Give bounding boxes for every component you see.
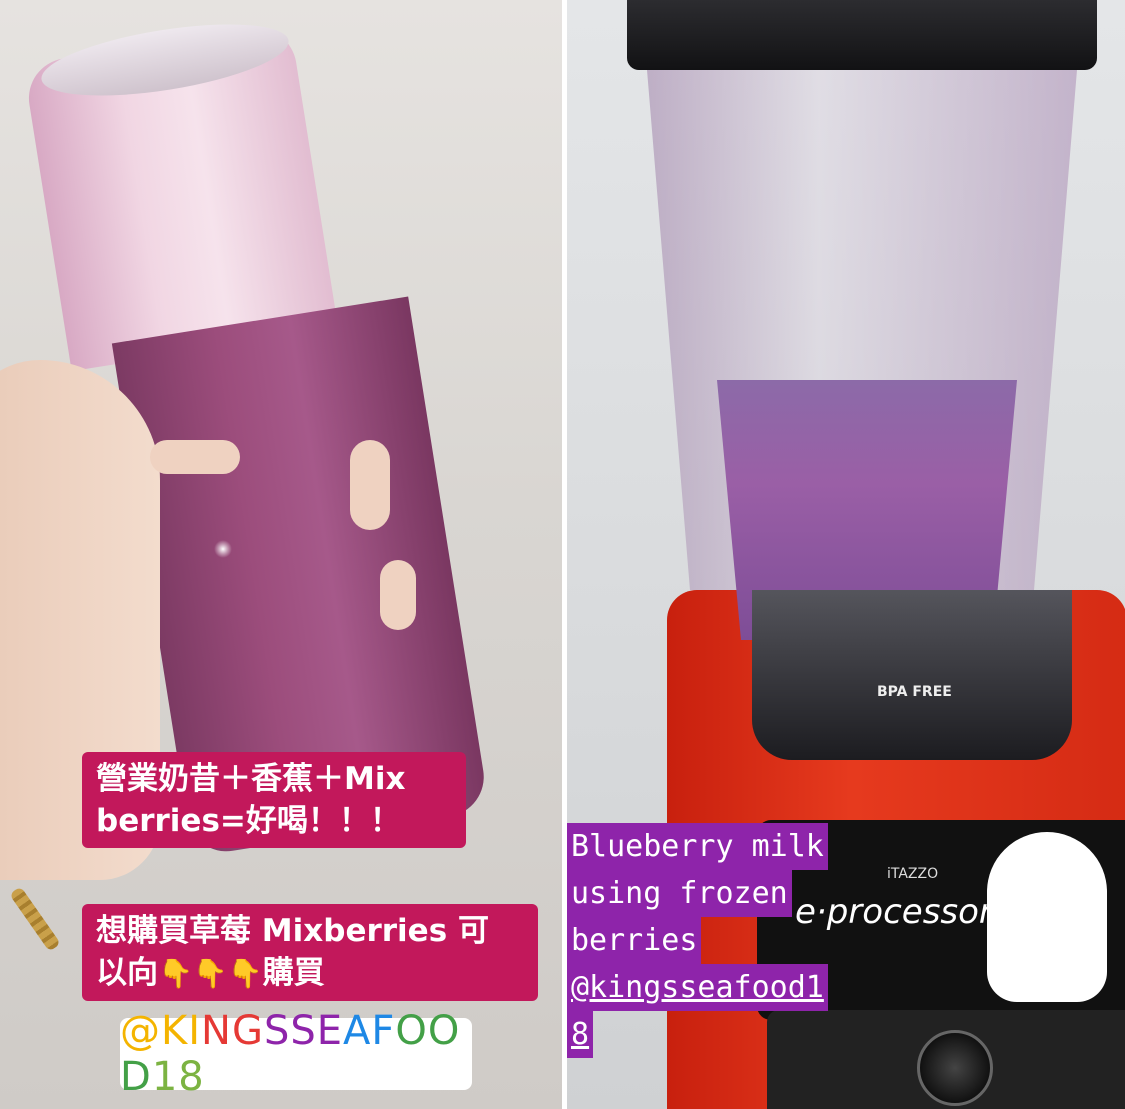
handle-char: F bbox=[371, 1008, 396, 1054]
handle-char: O bbox=[395, 1008, 428, 1054]
mention-handle[interactable]: @KINGSSEAFOO D18 bbox=[120, 1008, 472, 1100]
jar-base bbox=[752, 590, 1072, 760]
caption-sticker-right: Blueberry milk using frozen berries @kin… bbox=[567, 823, 828, 1058]
caption-line: using frozen bbox=[567, 870, 792, 917]
purchase-prefix: 以向 bbox=[96, 955, 158, 991]
pointing-down-icon: 👇 bbox=[227, 957, 263, 990]
handle-char: I bbox=[188, 1008, 202, 1054]
finger bbox=[150, 440, 240, 474]
handle-char: S bbox=[290, 1008, 317, 1054]
chef-icon bbox=[987, 832, 1107, 1002]
handle-char: S bbox=[263, 1008, 291, 1054]
purchase-line-2: 以向👇👇👇購買 bbox=[96, 952, 524, 995]
mention-link[interactable]: 8 bbox=[567, 1011, 594, 1058]
bpa-badge: BPA FREE bbox=[877, 684, 952, 700]
handle-char: @ bbox=[120, 1008, 161, 1054]
mention-link[interactable]: @kingsseafood1 bbox=[567, 964, 828, 1011]
pointing-down-icon: 👇 bbox=[192, 957, 228, 990]
handle-char: K bbox=[161, 1008, 189, 1054]
handle-char: O bbox=[427, 1008, 461, 1054]
purchase-suffix: 購買 bbox=[262, 955, 325, 991]
purchase-line-1: 想購買草莓 Mixberries 可 bbox=[96, 913, 489, 949]
light-sparkle bbox=[214, 540, 232, 558]
gold-bracelet bbox=[9, 886, 61, 952]
handle-char: 8 bbox=[178, 1054, 205, 1100]
caption-line: berries bbox=[567, 917, 702, 964]
purchase-sticker: 想購買草莓 Mixberries 可 以向👇👇👇購買 bbox=[82, 904, 538, 1001]
blender-lid bbox=[627, 0, 1097, 70]
caption-sticker: 營業奶昔＋香蕉＋Mix berries=好喝！！！ bbox=[82, 752, 466, 848]
caption-line: Blueberry milk bbox=[567, 823, 828, 870]
mention-sticker[interactable]: @KINGSSEAFOO D18 bbox=[120, 1008, 472, 1100]
brand-small: iTAZZO bbox=[887, 866, 939, 882]
finger bbox=[350, 440, 390, 530]
left-photo-panel: 營業奶昔＋香蕉＋Mix berries=好喝！！！ 想購買草莓 Mixberri… bbox=[0, 0, 562, 1109]
handle-char: 1 bbox=[151, 1054, 179, 1100]
handle-char: A bbox=[343, 1008, 372, 1054]
handle-char: N bbox=[201, 1008, 232, 1054]
handle-char: G bbox=[231, 1008, 264, 1054]
handle-char: E bbox=[316, 1008, 344, 1054]
finger bbox=[380, 560, 416, 630]
speed-knob bbox=[917, 1030, 993, 1106]
caption-line-2: berries=好喝！！！ bbox=[96, 803, 401, 839]
handle-char: D bbox=[120, 1054, 152, 1100]
pointing-down-icon: 👇 bbox=[158, 957, 193, 990]
caption-line-1: 營業奶昔＋香蕉＋Mix bbox=[96, 761, 406, 797]
